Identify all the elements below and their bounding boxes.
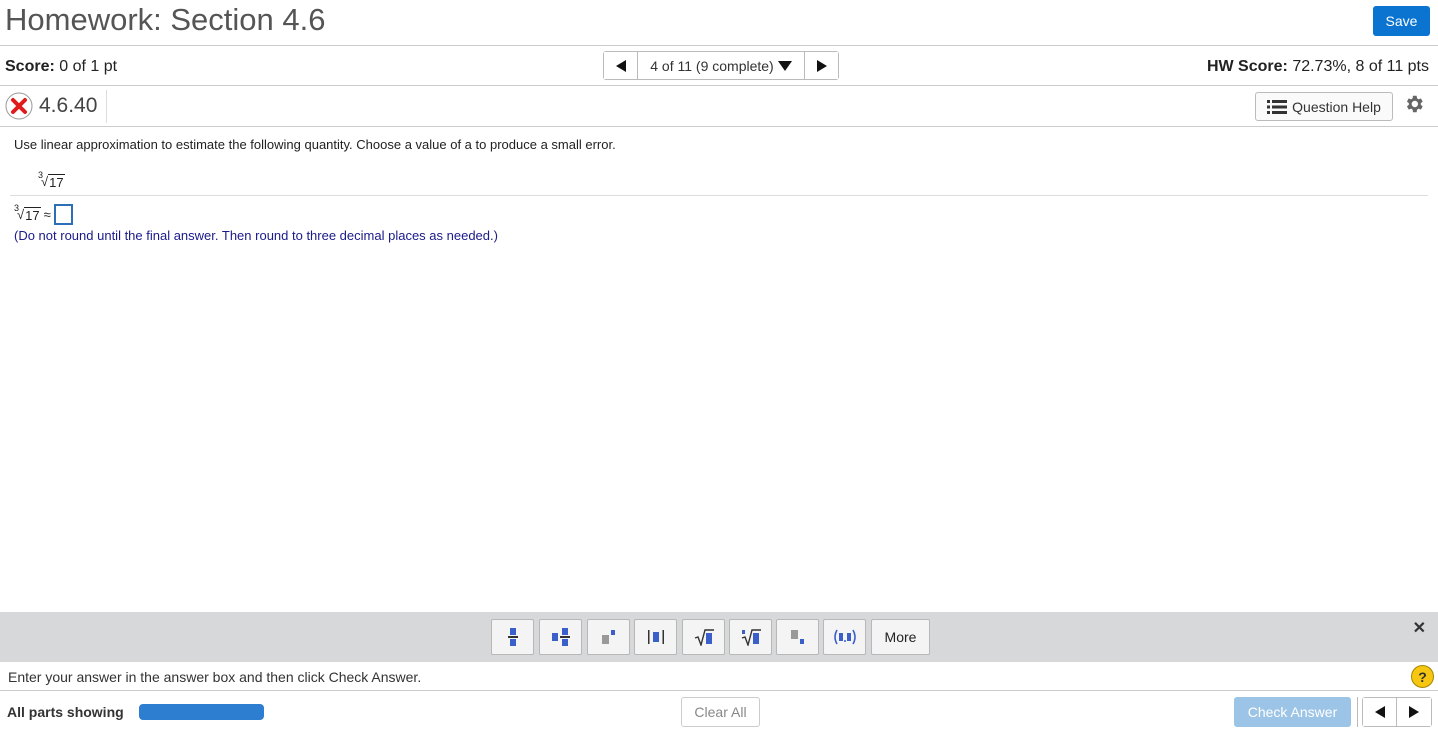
more-button[interactable]: More bbox=[871, 619, 930, 655]
clear-all-button[interactable]: Clear All bbox=[681, 697, 760, 727]
status-bar: Enter your answer in the answer box and … bbox=[0, 662, 1438, 691]
check-answer-button[interactable]: Check Answer bbox=[1234, 697, 1351, 727]
page-title: Homework: Section 4.6 bbox=[5, 2, 326, 37]
mixed-number-icon bbox=[551, 628, 570, 646]
parts-label: All parts showing bbox=[7, 704, 124, 720]
status-message: Enter your answer in the answer box and … bbox=[8, 669, 422, 685]
hw-score-value: 72.73%, 8 of 11 pts bbox=[1292, 58, 1429, 75]
absolute-value-button[interactable] bbox=[634, 619, 677, 655]
question-number: 4.6.40 bbox=[39, 94, 98, 117]
triangle-right-icon bbox=[816, 59, 827, 72]
question-select-label: 4 of 11 (9 complete) bbox=[650, 57, 774, 74]
ordered-pair-button[interactable] bbox=[823, 619, 866, 655]
subscript-button[interactable] bbox=[776, 619, 819, 655]
list-icon bbox=[1267, 99, 1288, 114]
fraction-icon bbox=[507, 628, 518, 646]
square-root-button[interactable] bbox=[682, 619, 725, 655]
divider bbox=[106, 90, 107, 123]
divider bbox=[1357, 697, 1358, 727]
question-navigator: 4 of 11 (9 complete) bbox=[603, 51, 839, 80]
header: Homework: Section 4.6 Save bbox=[0, 0, 1438, 46]
subscript-icon bbox=[790, 630, 804, 644]
divider bbox=[10, 195, 1428, 196]
gear-icon[interactable] bbox=[1403, 93, 1425, 115]
footer: All parts showing Clear All Check Answer bbox=[0, 691, 1438, 733]
next-question-button[interactable] bbox=[804, 52, 838, 79]
question-help-button[interactable]: Question Help bbox=[1255, 92, 1393, 121]
triangle-right-icon bbox=[1409, 706, 1419, 718]
question-select[interactable]: 4 of 11 (9 complete) bbox=[638, 52, 804, 79]
fraction-button[interactable] bbox=[491, 619, 534, 655]
expression-display: 3 √ 17 bbox=[38, 170, 65, 190]
cube-root: 3 √ 17 bbox=[14, 203, 41, 223]
triangle-left-icon bbox=[1374, 706, 1385, 718]
radicand: 17 bbox=[48, 174, 65, 190]
triangle-left-icon bbox=[615, 59, 626, 72]
question-content: Use linear approximation to estimate the… bbox=[0, 127, 1438, 612]
caret-down-icon bbox=[777, 60, 792, 71]
score: Score: 0 of 1 pt bbox=[5, 58, 117, 76]
square-root-icon bbox=[694, 629, 714, 646]
math-toolbar: More ✕ bbox=[0, 612, 1438, 662]
next-question-button[interactable] bbox=[1397, 698, 1431, 726]
nth-root-button[interactable] bbox=[729, 619, 772, 655]
score-label: Score: bbox=[5, 58, 55, 75]
question-prompt: Use linear approximation to estimate the… bbox=[14, 137, 616, 152]
question-help-label: Question Help bbox=[1292, 98, 1381, 115]
footer-navigator bbox=[1362, 697, 1432, 727]
score-value: 0 of 1 pt bbox=[59, 58, 118, 75]
answer-row: 3 √ 17 ≈ bbox=[14, 203, 73, 225]
cube-root: 3 √ 17 bbox=[38, 170, 65, 190]
root-index: 3 bbox=[14, 202, 20, 213]
hw-score: HW Score: 72.73%, 8 of 11 pts bbox=[1207, 58, 1429, 76]
answer-input[interactable] bbox=[53, 204, 73, 225]
previous-question-button[interactable] bbox=[1363, 698, 1397, 726]
approx-symbol: ≈ bbox=[43, 207, 51, 222]
score-bar: Score: 0 of 1 pt 4 of 11 (9 complete) HW… bbox=[0, 46, 1438, 86]
exponent-icon bbox=[601, 630, 615, 644]
help-icon[interactable]: ? bbox=[1411, 665, 1434, 688]
save-button[interactable]: Save bbox=[1373, 6, 1430, 36]
close-toolbar-icon[interactable]: ✕ bbox=[1413, 618, 1426, 638]
exponent-button[interactable] bbox=[587, 619, 630, 655]
hw-score-label: HW Score: bbox=[1206, 58, 1288, 75]
rounding-instruction: (Do not round until the final answer. Th… bbox=[14, 228, 498, 243]
mixed-number-button[interactable] bbox=[539, 619, 582, 655]
radicand: 17 bbox=[24, 206, 41, 223]
previous-question-button[interactable] bbox=[604, 52, 638, 79]
absolute-value-icon bbox=[647, 630, 664, 644]
nth-root-icon bbox=[741, 629, 761, 646]
incorrect-icon bbox=[5, 92, 33, 120]
root-index: 3 bbox=[38, 170, 44, 180]
progress-bar bbox=[139, 704, 264, 720]
question-bar: 4.6.40 Question Help bbox=[0, 86, 1438, 127]
ordered-pair-icon bbox=[833, 629, 856, 645]
